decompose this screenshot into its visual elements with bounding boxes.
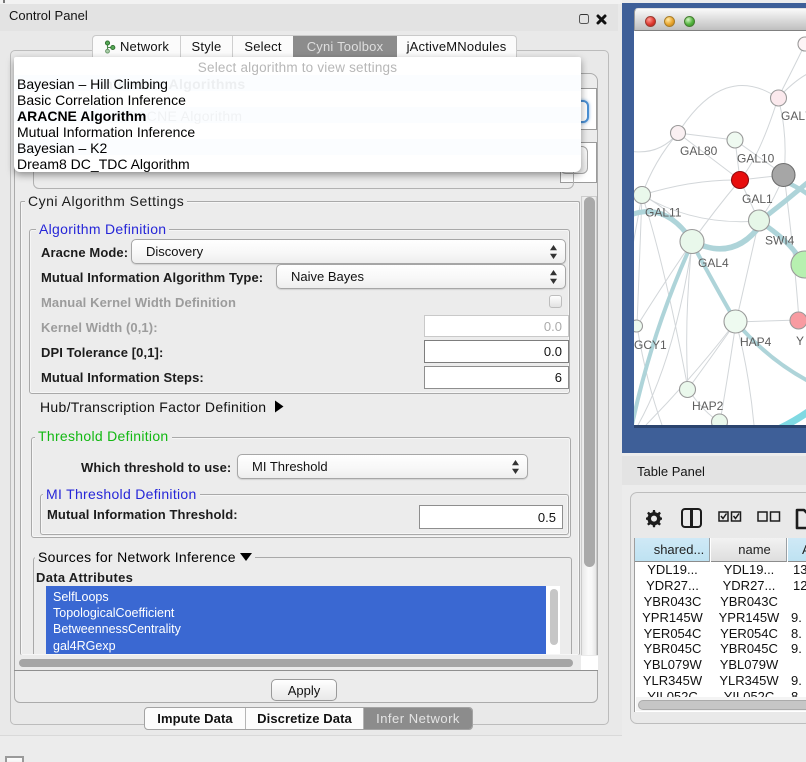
- svg-text:GCY1: GCY1: [634, 338, 667, 352]
- svg-text:GAL80: GAL80: [680, 144, 718, 158]
- svg-text:GAL1: GAL1: [742, 192, 773, 206]
- svg-text:HAP4: HAP4: [740, 335, 772, 349]
- svg-text:GAL10: GAL10: [737, 152, 775, 166]
- svg-text:GAL11: GAL11: [645, 206, 682, 220]
- svg-text:GAL7: GAL7: [781, 109, 806, 123]
- svg-text:SWI4: SWI4: [765, 234, 795, 248]
- svg-text:HAP2: HAP2: [692, 399, 724, 413]
- svg-text:GAL4: GAL4: [698, 256, 729, 270]
- svg-text:Y: Y: [796, 334, 804, 348]
